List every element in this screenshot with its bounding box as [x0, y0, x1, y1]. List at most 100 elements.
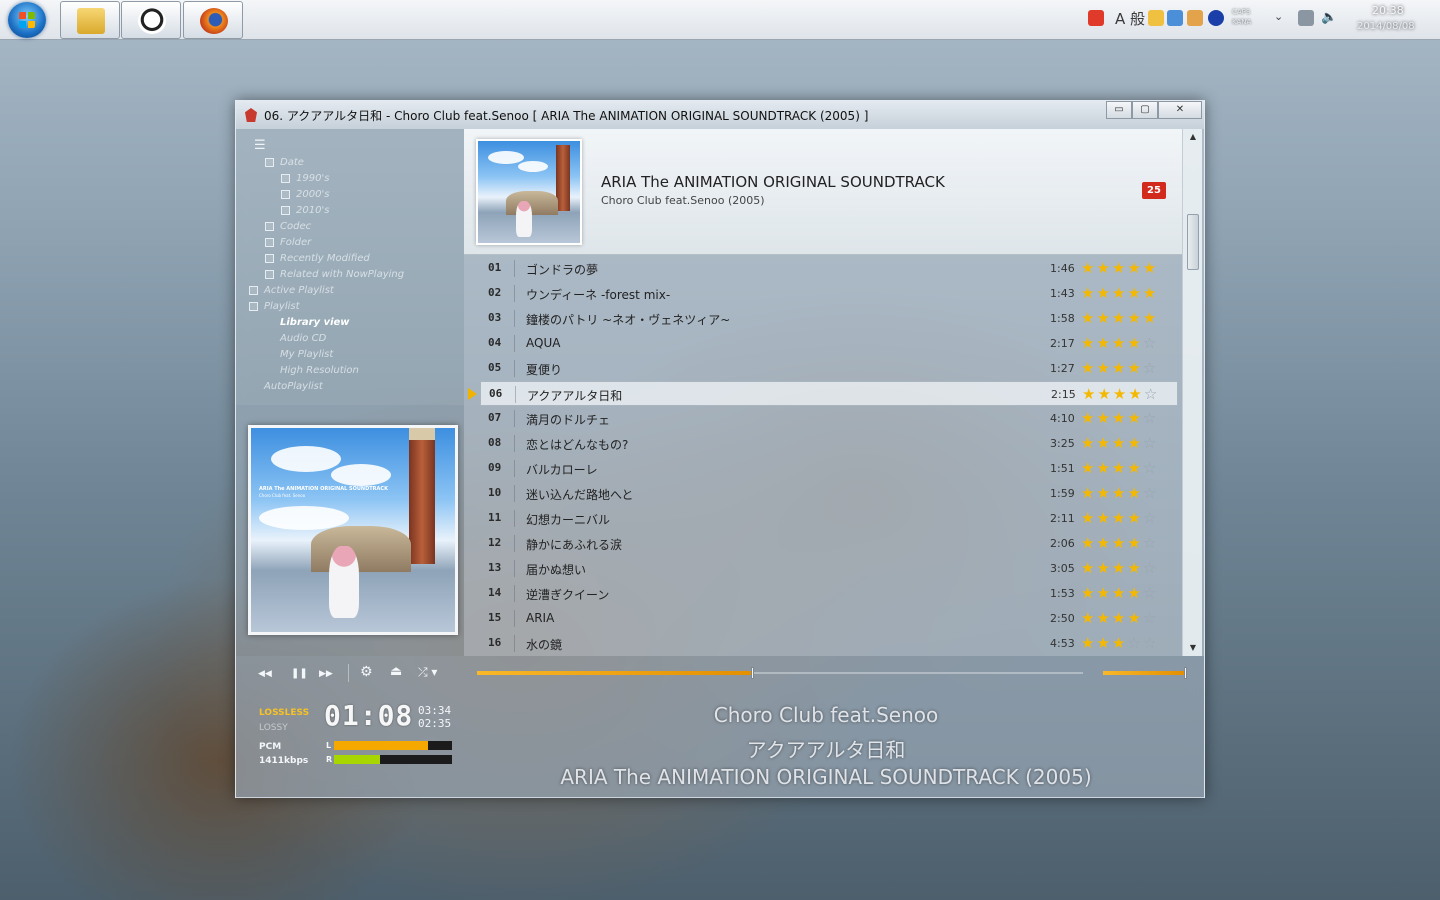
track-row[interactable]: 05 夏便り 1:27 ★★★★☆: [464, 356, 1182, 381]
star-filled-icon[interactable]: ★: [1081, 259, 1096, 277]
rating-stars[interactable]: ★★★★☆: [1081, 609, 1158, 627]
menu-icon[interactable]: ☰: [254, 138, 266, 153]
star-filled-icon[interactable]: ★: [1096, 459, 1111, 477]
star-filled-icon[interactable]: ★: [1112, 509, 1127, 527]
star-empty-icon[interactable]: ☆: [1143, 359, 1158, 377]
expander-icon[interactable]: [265, 270, 274, 279]
tray-overflow-chevron-icon[interactable]: ⌄: [1274, 10, 1290, 26]
network-icon[interactable]: [1298, 10, 1314, 26]
rating-stars[interactable]: ★★★★☆: [1081, 434, 1158, 452]
eject-icon[interactable]: ⏏: [390, 664, 402, 679]
playlist-scrollbar[interactable]: ▲ ▼: [1182, 129, 1202, 656]
taskbar-player-button[interactable]: [121, 1, 181, 39]
maximize-button[interactable]: ▢: [1132, 101, 1158, 119]
rating-stars[interactable]: ★★★★☆: [1081, 459, 1158, 477]
expander-icon[interactable]: [265, 238, 274, 247]
star-filled-icon[interactable]: ★: [1112, 459, 1127, 477]
star-empty-icon[interactable]: ☆: [1143, 409, 1158, 427]
star-filled-icon[interactable]: ★: [1097, 385, 1112, 403]
album-art-thumb[interactable]: [476, 139, 582, 245]
star-empty-icon[interactable]: ☆: [1143, 559, 1158, 577]
rating-stars[interactable]: ★★★★★: [1081, 284, 1158, 302]
star-filled-icon[interactable]: ★: [1112, 259, 1127, 277]
tray-tools-icon[interactable]: [1187, 10, 1203, 26]
track-row[interactable]: 04 AQUA 2:17 ★★★★☆: [464, 331, 1182, 356]
star-filled-icon[interactable]: ★: [1081, 459, 1096, 477]
seek-bar[interactable]: [477, 667, 1083, 679]
star-filled-icon[interactable]: ★: [1112, 284, 1127, 302]
star-filled-icon[interactable]: ★: [1127, 309, 1142, 327]
star-filled-icon[interactable]: ★: [1112, 559, 1127, 577]
star-filled-icon[interactable]: ★: [1112, 534, 1127, 552]
star-filled-icon[interactable]: ★: [1096, 534, 1111, 552]
star-filled-icon[interactable]: ★: [1081, 559, 1096, 577]
tree-item-codec[interactable]: Codec: [265, 221, 311, 232]
star-filled-icon[interactable]: ★: [1113, 385, 1128, 403]
tree-item-folder[interactable]: Folder: [265, 237, 311, 248]
star-filled-icon[interactable]: ★: [1127, 359, 1142, 377]
tree-item-2000s[interactable]: 2000's: [281, 189, 329, 200]
star-filled-icon[interactable]: ★: [1112, 484, 1127, 502]
star-filled-icon[interactable]: ★: [1096, 634, 1111, 652]
rating-stars[interactable]: ★★★★★: [1081, 259, 1158, 277]
track-row[interactable]: 12 静かにあふれる涙 2:06 ★★★★☆: [464, 531, 1182, 556]
track-row[interactable]: 10 迷い込んだ路地へと 1:59 ★★★★☆: [464, 481, 1182, 506]
star-filled-icon[interactable]: ★: [1143, 309, 1158, 327]
rating-stars[interactable]: ★★★★☆: [1081, 409, 1158, 427]
minimize-button[interactable]: ▭: [1106, 101, 1132, 119]
star-filled-icon[interactable]: ★: [1096, 334, 1111, 352]
expander-icon[interactable]: [281, 206, 290, 215]
rating-stars[interactable]: ★★★★☆: [1081, 584, 1158, 602]
track-row[interactable]: 01 ゴンドラの夢 1:46 ★★★★★: [464, 256, 1182, 281]
star-filled-icon[interactable]: ★: [1127, 509, 1142, 527]
star-empty-icon[interactable]: ☆: [1143, 534, 1158, 552]
clock-time[interactable]: 20:38: [1372, 4, 1404, 17]
star-empty-icon[interactable]: ☆: [1143, 484, 1158, 502]
star-filled-icon[interactable]: ★: [1096, 609, 1111, 627]
star-filled-icon[interactable]: ★: [1127, 434, 1142, 452]
tree-item-autoplaylist[interactable]: AutoPlaylist: [264, 381, 323, 392]
volume-handle[interactable]: [1184, 667, 1187, 679]
volume-slider[interactable]: [1103, 667, 1187, 679]
expander-icon[interactable]: [265, 158, 274, 167]
star-filled-icon[interactable]: ★: [1143, 259, 1158, 277]
tree-item-recently-modified[interactable]: Recently Modified: [265, 253, 370, 264]
help-icon[interactable]: [1208, 10, 1224, 26]
star-filled-icon[interactable]: ★: [1096, 559, 1111, 577]
star-filled-icon[interactable]: ★: [1112, 609, 1127, 627]
title-bar[interactable]: 06. アクアアルタ日和 - Choro Club feat.Senoo [ A…: [236, 101, 1204, 129]
tree-item-date[interactable]: Date: [265, 157, 304, 168]
scroll-down-arrow-icon[interactable]: ▼: [1183, 640, 1203, 656]
star-empty-icon[interactable]: ☆: [1143, 609, 1158, 627]
expander-icon[interactable]: [249, 302, 258, 311]
track-row[interactable]: 15 ARIA 2:50 ★★★★☆: [464, 606, 1182, 631]
tree-item-my-playlist[interactable]: My Playlist: [280, 349, 333, 360]
star-filled-icon[interactable]: ★: [1127, 534, 1142, 552]
star-filled-icon[interactable]: ★: [1127, 459, 1142, 477]
rating-stars[interactable]: ★★★★☆: [1081, 484, 1158, 502]
tree-item-audio-cd[interactable]: Audio CD: [280, 333, 326, 344]
expander-icon[interactable]: [265, 222, 274, 231]
previous-button[interactable]: ◀◀: [258, 669, 272, 679]
expander-icon[interactable]: [281, 174, 290, 183]
seek-handle[interactable]: [750, 667, 754, 679]
star-filled-icon[interactable]: ★: [1081, 409, 1096, 427]
tree-item-1990s[interactable]: 1990's: [281, 173, 329, 184]
star-filled-icon[interactable]: ★: [1112, 409, 1127, 427]
track-row[interactable]: 11 幻想カーニバル 2:11 ★★★★☆: [464, 506, 1182, 531]
star-filled-icon[interactable]: ★: [1096, 284, 1111, 302]
tray-dictionary-icon[interactable]: [1167, 10, 1183, 26]
track-row[interactable]: 14 逆漕ぎクイーン 1:53 ★★★★☆: [464, 581, 1182, 606]
scroll-up-arrow-icon[interactable]: ▲: [1183, 129, 1203, 145]
star-filled-icon[interactable]: ★: [1096, 584, 1111, 602]
track-row-playing[interactable]: 06 アクアアルタ日和 2:15 ★★★★☆: [468, 381, 1178, 406]
album-art-large[interactable]: ARIA The ANIMATION ORIGINAL SOUNDTRACK C…: [248, 425, 458, 635]
star-filled-icon[interactable]: ★: [1081, 359, 1096, 377]
star-filled-icon[interactable]: ★: [1096, 359, 1111, 377]
track-row[interactable]: 13 届かぬ想い 3:05 ★★★★☆: [464, 556, 1182, 581]
close-button[interactable]: ✕: [1158, 101, 1202, 119]
rating-stars[interactable]: ★★★★☆: [1081, 559, 1158, 577]
star-filled-icon[interactable]: ★: [1082, 385, 1097, 403]
star-filled-icon[interactable]: ★: [1081, 634, 1096, 652]
star-filled-icon[interactable]: ★: [1081, 509, 1096, 527]
